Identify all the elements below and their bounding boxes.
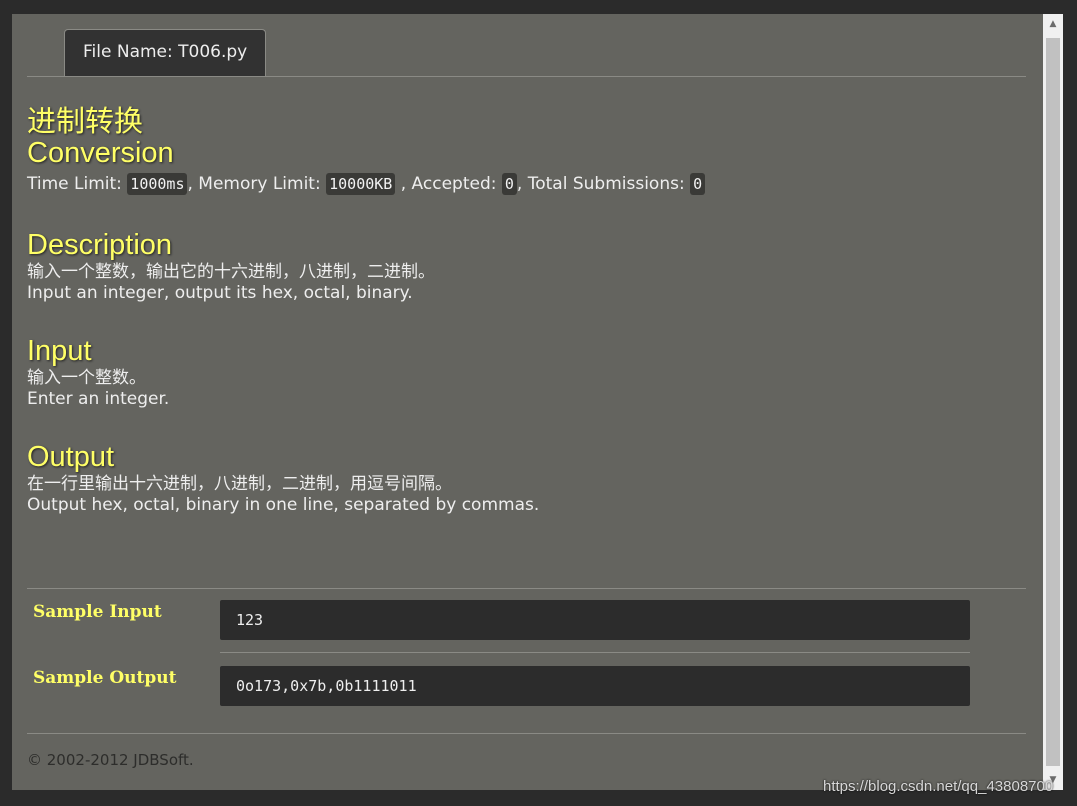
- problem-limits: Time Limit: 1000ms, Memory Limit: 10000K…: [27, 168, 1027, 200]
- description-section: Description 输入一个整数，输出它的十六进制，八进制，二进制。 Inp…: [27, 228, 1027, 304]
- output-text-cn: 在一行里输出十六进制，八进制，二进制，用逗号间隔。: [27, 474, 452, 494]
- accepted-value: 0: [501, 173, 517, 195]
- input-section: Input 输入一个整数。 Enter an integer.: [27, 334, 1027, 410]
- sample-input-box[interactable]: 123: [220, 600, 970, 640]
- vertical-scrollbar[interactable]: ▲ ▼: [1043, 14, 1063, 790]
- output-text-en: Output hex, octal, binary in one line, s…: [27, 495, 540, 515]
- scroll-thumb[interactable]: [1046, 38, 1060, 766]
- footer-copyright: © 2002-2012 JDBSoft.: [27, 751, 194, 769]
- time-limit-label: Time Limit:: [27, 174, 122, 194]
- problem-content: 进制转换 Conversion Time Limit: 1000ms, Memo…: [27, 104, 1027, 516]
- output-heading: Output: [27, 441, 115, 473]
- watermark-text: https://blog.csdn.net/qq_43808700: [823, 778, 1054, 795]
- tab-file-name[interactable]: File Name: T006.py: [64, 29, 267, 76]
- scroll-up-icon[interactable]: ▲: [1043, 14, 1063, 34]
- input-text-en: Enter an integer.: [27, 389, 170, 409]
- problem-window: File Name: T006.py 进制转换 Conversion Time …: [12, 14, 1043, 790]
- input-text-cn: 输入一个整数。: [27, 368, 146, 388]
- footer-divider: [27, 733, 1026, 734]
- problem-title-cn: 进制转换: [27, 104, 144, 138]
- accepted-label: , Accepted:: [395, 174, 497, 194]
- description-text-en: Input an integer, output its hex, octal,…: [27, 283, 413, 303]
- tab-divider: [27, 76, 1026, 77]
- memory-limit-label: , Memory Limit:: [187, 174, 321, 194]
- description-heading: Description: [27, 229, 173, 261]
- problem-title-en: Conversion: [27, 137, 174, 169]
- submissions-value: 0: [690, 173, 706, 195]
- description-text-cn: 输入一个整数，输出它的十六进制，八进制，二进制。: [27, 262, 435, 282]
- sample-output-box[interactable]: 0o173,0x7b,0b1111011: [220, 666, 970, 706]
- sample-output-label: Sample Output: [33, 668, 177, 688]
- sample-input-label: Sample Input: [33, 602, 162, 622]
- memory-limit-value: 10000KB: [326, 173, 396, 195]
- samples-divider-top: [27, 588, 1026, 589]
- input-heading: Input: [27, 335, 92, 367]
- submissions-label: , Total Submissions:: [516, 174, 685, 194]
- samples-divider-mid: [220, 652, 970, 653]
- time-limit-value: 1000ms: [127, 173, 188, 195]
- output-section: Output 在一行里输出十六进制，八进制，二进制，用逗号间隔。 Output …: [27, 440, 1027, 516]
